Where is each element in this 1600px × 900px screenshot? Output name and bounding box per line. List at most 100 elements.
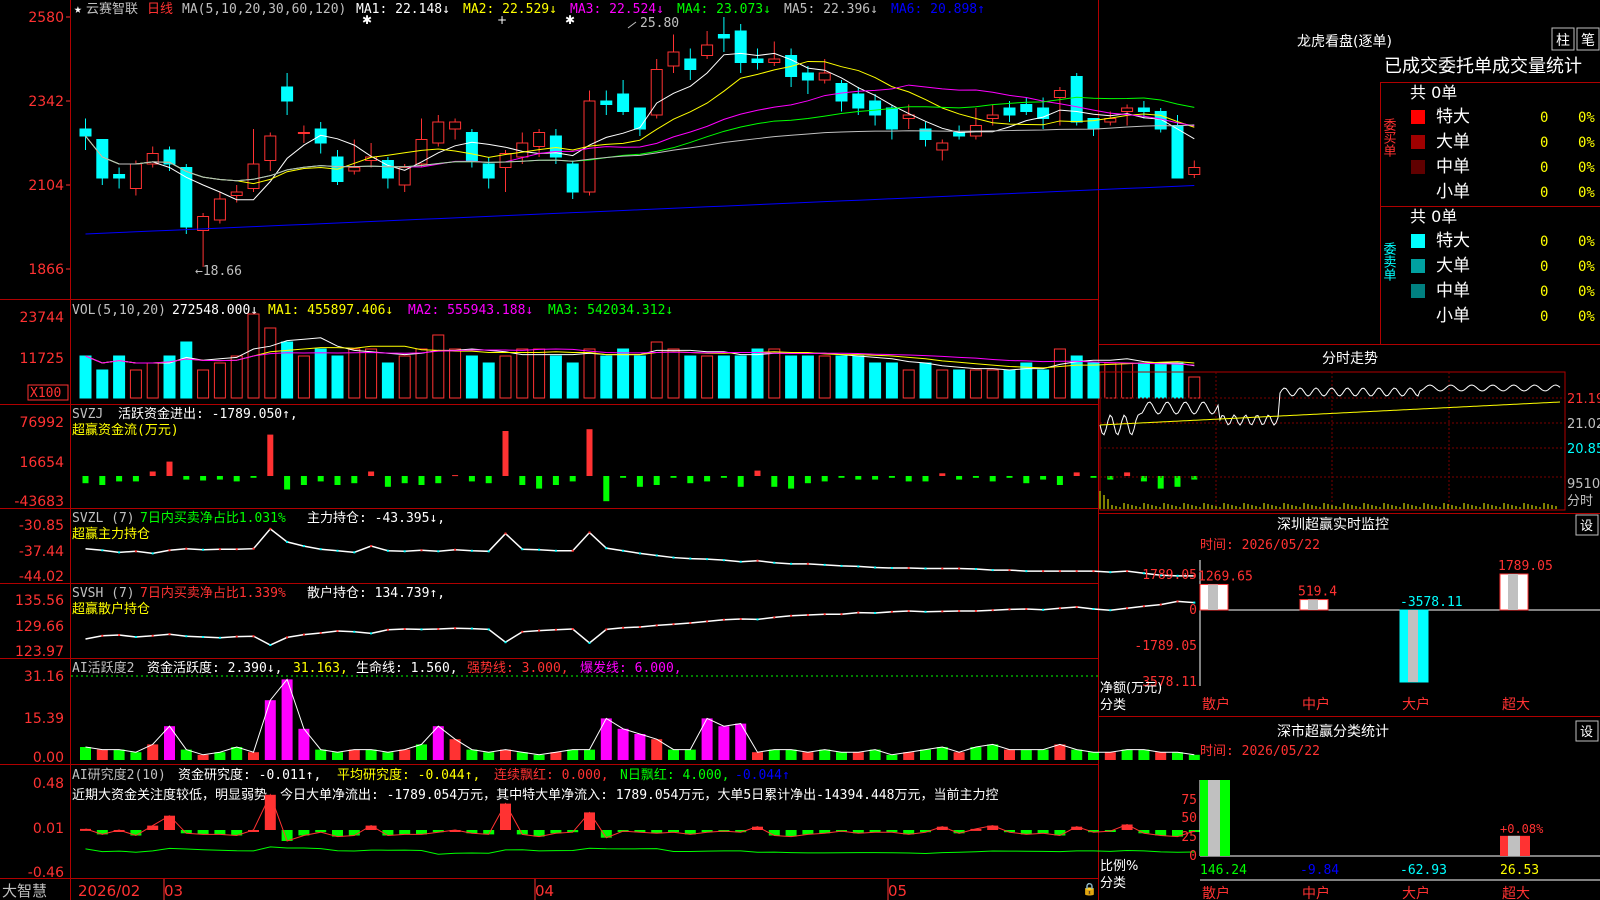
candle-body [751, 58, 764, 63]
x-label: 05 [888, 882, 907, 900]
svzj-bar [720, 476, 727, 478]
svzl-polyline-dot [420, 549, 423, 552]
candle-body [533, 132, 546, 147]
candle-body [348, 167, 361, 172]
candle-body [600, 100, 613, 105]
sz-monitor-value: 1269.65 [1198, 569, 1253, 584]
svzl-polyline-dot [454, 548, 457, 551]
svsh-polyline-dot [974, 610, 977, 612]
vol-bar [549, 355, 562, 399]
svsh-sub: 超赢散户持仓 [72, 601, 150, 617]
vol-params: VOL(5,10,20) [72, 303, 166, 318]
vol-bar [180, 341, 193, 399]
ai2-bar [96, 749, 108, 760]
svsh-polyline-dot [840, 613, 843, 616]
svzl-header: SVZL (7) 7日内买卖净占比1.031% 主力持仓: -43.395↓, … [72, 510, 445, 542]
star-icon[interactable]: ★ [74, 2, 82, 17]
vol-bar [482, 362, 495, 399]
svsh-polyline-dot [907, 610, 910, 612]
period-label[interactable]: 日线 [147, 2, 173, 17]
sz-monitor-y-tick: -1789.05 [1134, 639, 1197, 654]
svzl-polyline-dot [1126, 570, 1129, 573]
svzj-bar [384, 476, 391, 487]
air-avg-line [85, 846, 1195, 855]
svsh-polyline-dot [588, 642, 591, 644]
ai2-bar [214, 752, 226, 760]
vol-bar [1188, 376, 1201, 399]
vol-bar [398, 355, 411, 399]
vol-bar [1037, 369, 1050, 399]
main-y-tick: 2342 [28, 94, 64, 110]
svzl-polyline-dot [252, 547, 255, 550]
candle-body [617, 93, 630, 112]
vol-bar [1137, 362, 1150, 399]
ai2-name: AI活跃度2 [72, 660, 134, 676]
sz-class-category: 大户 [1402, 885, 1430, 900]
candle-body [936, 142, 949, 151]
vol-bar [566, 362, 579, 399]
order-size-swatch [1411, 110, 1425, 124]
stock-chart-canvas[interactable]: ★ 云赛智联 日线 MA(5,10,20,30,60,120) MA1: 22.… [0, 0, 1600, 900]
ai2-bar [668, 749, 679, 760]
ai2-a: 资金活跃度: 2.390↓, [147, 660, 282, 676]
svsh-y-tick: 129.66 [15, 619, 64, 635]
svzj-bar [351, 476, 358, 484]
ai2-bar [248, 752, 259, 760]
vol-y-tick: 23744 [19, 310, 64, 326]
order-size-name: 大单 [1436, 256, 1470, 276]
svsh-polyline-dot [487, 628, 490, 631]
sz-class-value: 26.53 [1500, 863, 1539, 878]
candle-body [566, 163, 579, 193]
air-header: AI研究度2(10) 资金研究度: -0.011↑, 平均研究度: -0.044… [72, 767, 998, 803]
candle-body [717, 34, 730, 39]
ai2-bar [1004, 749, 1015, 760]
main-candles [79, 17, 1201, 267]
svzl-polyline-dot [185, 547, 188, 550]
ai2-bar [113, 749, 125, 760]
high-price-label: 25.80 [640, 16, 679, 31]
svsh-polyline-dot [874, 612, 877, 614]
air-b: 平均研究度: -0.044↑, [337, 767, 480, 783]
svzj-bar [216, 476, 223, 480]
svzl-y-axis: -30.85 -37.44 -44.02 [19, 518, 64, 585]
svzj-bar [838, 476, 845, 478]
ma2-value: MA2: 22.529↓ [463, 2, 557, 17]
vol-bar [331, 355, 344, 399]
candle-body [113, 174, 126, 179]
svzj-bars [82, 429, 1198, 502]
svsh-polyline-dot [1075, 606, 1078, 608]
svzl-polyline-dot [890, 567, 893, 569]
x-axis: 大智慧 2026/02 03 04 05 [2, 882, 907, 900]
stock-name[interactable]: 云赛智联 [86, 1, 138, 17]
sz-monitor-bars: 1269.65 散户 519.4 中户 -3578.11 大户 1789.05 超大 [1198, 559, 1553, 713]
dragon-tabs[interactable]: 已成交委托单成交量统计 [1384, 56, 1582, 77]
sz-monitor-axis-label2: 分类 [1100, 698, 1126, 713]
svzl-y-tick: -44.02 [19, 569, 64, 585]
sz-monitor-value: 1789.05 [1498, 559, 1553, 574]
svzl-polyline-dot [622, 549, 625, 552]
vol-bar [751, 348, 764, 399]
vol-bar [667, 348, 680, 399]
ai2-bar [903, 752, 915, 760]
svzj-bar [771, 476, 778, 487]
air-name: AI研究度2(10) [72, 767, 166, 783]
vol-y-axis: 23744 11725 [19, 310, 64, 367]
svsh-polyline-dot [790, 614, 793, 617]
svzl-polyline-dot [101, 549, 104, 552]
vol-bar [734, 355, 747, 399]
ai2-bar [852, 752, 864, 760]
svzj-bar [267, 434, 274, 476]
svzl-polyline-dot [202, 548, 205, 551]
svzl-polyline-dot [302, 545, 305, 548]
order-size-name: 小单 [1436, 182, 1470, 202]
svzl-polyline-dot [924, 567, 927, 570]
lock-icon[interactable]: 🔒 [1082, 882, 1097, 896]
ma4-value: MA4: 23.073↓ [677, 2, 771, 17]
order-size-pct: 0% [1578, 284, 1595, 300]
svzj-bar [586, 429, 593, 476]
svsh-polyline-dot [235, 635, 238, 638]
candle-body [432, 121, 445, 144]
svzj-bar [1056, 476, 1063, 485]
ai2-bar [416, 744, 427, 760]
vol-bar [213, 362, 226, 399]
